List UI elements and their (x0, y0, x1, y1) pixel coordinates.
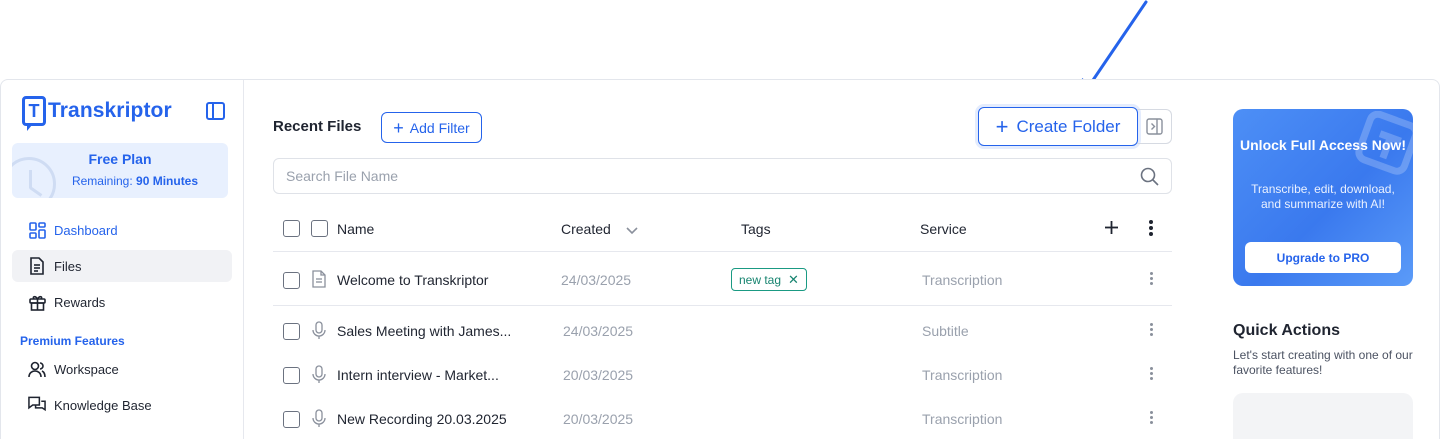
panel-toggle-button[interactable] (1137, 109, 1172, 144)
plan-card[interactable]: Free Plan Remaining: 90 Minutes (12, 143, 228, 198)
app-window: T Transkriptor Free Plan Remaining: 90 M… (0, 79, 1440, 439)
search-box (273, 158, 1172, 194)
chevron-down-icon[interactable] (625, 222, 639, 240)
file-service: Transcription (922, 367, 1003, 383)
plus-icon: + (393, 117, 404, 138)
sidebar-item-label: Workspace (54, 361, 119, 377)
sidebar-collapse-icon[interactable] (206, 102, 225, 120)
row-options-icon[interactable] (1150, 323, 1154, 338)
gift-icon (28, 293, 46, 311)
close-icon[interactable]: ✕ (788, 272, 799, 288)
sidebar-item-label: Files (54, 258, 82, 274)
sidebar-item-label: Dashboard (54, 222, 118, 238)
file-name[interactable]: Sales Meeting with James... (337, 323, 511, 339)
row-options-icon[interactable] (1150, 272, 1154, 287)
column-created[interactable]: Created (561, 221, 611, 237)
file-service: Transcription (922, 272, 1003, 288)
sidebar-item-dashboard[interactable]: Dashboard (12, 214, 232, 246)
right-panel: Unlock Full Access Now! Transcribe, edit… (1206, 80, 1439, 439)
panel-collapse-icon (1145, 118, 1163, 135)
sidebar-item-files[interactable]: Files (12, 250, 232, 282)
row-checkbox[interactable] (283, 272, 300, 289)
table-row[interactable]: Welcome to Transkriptor 24/03/2025 new t… (273, 254, 1172, 306)
create-folder-label: Create Folder (1016, 116, 1121, 136)
column-tags: Tags (741, 221, 771, 237)
sidebar-item-rewards[interactable]: Rewards (12, 286, 232, 318)
row-options-icon[interactable] (1150, 411, 1154, 426)
file-name[interactable]: Intern interview - Market... (337, 367, 499, 383)
plan-title: Free Plan (88, 151, 152, 167)
plan-remaining-value: 90 Minutes (136, 174, 199, 188)
select-all-checkbox[interactable] (283, 220, 300, 237)
row-checkbox[interactable] (283, 367, 300, 384)
file-name[interactable]: New Recording 20.03.2025 (337, 411, 507, 427)
file-service: Subtitle (922, 323, 969, 339)
file-created: 24/03/2025 (561, 272, 632, 288)
promo-title: Unlock Full Access Now! (1240, 137, 1406, 153)
sidebar: T Transkriptor Free Plan Remaining: 90 M… (1, 80, 244, 439)
sidebar-item-label: Rewards (54, 294, 106, 310)
document-icon (312, 270, 326, 293)
sidebar-item-workspace[interactable]: Workspace (12, 353, 232, 385)
file-icon (28, 257, 46, 275)
plan-remaining: Remaining: 90 Minutes (12, 174, 228, 188)
add-column-icon[interactable] (1104, 220, 1119, 240)
row-checkbox[interactable] (283, 411, 300, 428)
quick-actions-title: Quick Actions (1233, 322, 1340, 339)
quick-action-card[interactable] (1233, 393, 1413, 439)
table-row[interactable]: New Recording 20.03.2025 20/03/2025 Tran… (273, 394, 1172, 439)
row-checkbox[interactable] (283, 323, 300, 340)
brand-logo[interactable]: T Transkriptor (22, 96, 172, 131)
logo-mark: T (22, 96, 46, 131)
microphone-icon (312, 365, 326, 389)
users-icon (28, 360, 46, 378)
row-options-icon[interactable] (1150, 367, 1154, 382)
file-created: 24/03/2025 (563, 323, 634, 339)
more-options-icon[interactable] (1149, 220, 1153, 238)
header-checkbox[interactable] (311, 220, 328, 237)
dashboard-grid-icon (28, 221, 46, 239)
add-filter-label: Add Filter (409, 119, 470, 136)
upgrade-promo-card: Unlock Full Access Now! Transcribe, edit… (1233, 109, 1413, 286)
create-folder-button[interactable]: + Create Folder (978, 107, 1138, 146)
file-service: Transcription (922, 411, 1003, 427)
microphone-icon (312, 321, 326, 345)
premium-features-label: Premium Features (20, 334, 125, 348)
search-icon[interactable] (1140, 167, 1159, 191)
microphone-icon (312, 409, 326, 433)
chat-bubbles-icon (28, 396, 46, 414)
search-input[interactable] (274, 159, 1094, 193)
column-service: Service (920, 221, 967, 237)
upgrade-to-pro-button[interactable]: Upgrade to PRO (1245, 242, 1401, 273)
plan-remaining-label: Remaining: (71, 174, 133, 188)
logo-text: Transkriptor (48, 99, 172, 122)
sidebar-item-knowledge-base[interactable]: Knowledge Base (12, 389, 232, 421)
promo-text: Transcribe, edit, download, and summariz… (1251, 182, 1395, 211)
file-name[interactable]: Welcome to Transkriptor (337, 272, 488, 288)
add-filter-button[interactable]: + Add Filter (381, 112, 482, 143)
tag-chip[interactable]: new tag ✕ (731, 268, 807, 291)
main-content: Recent Files + Add Filter + Create Folde… (244, 80, 1206, 439)
file-created: 20/03/2025 (563, 411, 634, 427)
file-created: 20/03/2025 (563, 367, 634, 383)
plus-icon: + (995, 113, 1009, 139)
column-name[interactable]: Name (337, 221, 374, 237)
quick-actions-subtitle: Let's start creating with one of our fav… (1233, 348, 1413, 377)
sidebar-item-label: Knowledge Base (54, 397, 152, 413)
table-header: Name Created Tags Service (273, 204, 1172, 252)
page-title: Recent Files (273, 118, 362, 135)
tag-label: new tag (739, 272, 782, 287)
